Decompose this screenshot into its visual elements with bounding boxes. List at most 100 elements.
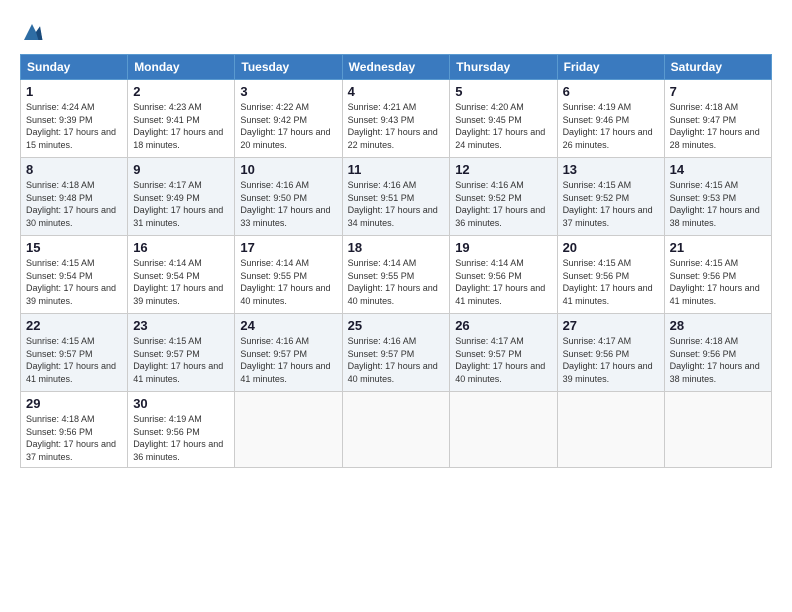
- day-number: 18: [348, 240, 445, 255]
- day-info: Sunrise: 4:15 AMSunset: 9:57 PMDaylight:…: [26, 335, 122, 385]
- day-info: Sunrise: 4:16 AMSunset: 9:51 PMDaylight:…: [348, 179, 445, 229]
- day-info: Sunrise: 4:15 AMSunset: 9:57 PMDaylight:…: [133, 335, 229, 385]
- day-info: Sunrise: 4:16 AMSunset: 9:57 PMDaylight:…: [348, 335, 445, 385]
- calendar-cell: 21 Sunrise: 4:15 AMSunset: 9:56 PMDaylig…: [664, 236, 771, 314]
- day-number: 21: [670, 240, 766, 255]
- day-info: Sunrise: 4:15 AMSunset: 9:56 PMDaylight:…: [670, 257, 766, 307]
- calendar-cell: 19 Sunrise: 4:14 AMSunset: 9:56 PMDaylig…: [450, 236, 557, 314]
- day-number: 6: [563, 84, 659, 99]
- calendar-cell: 12 Sunrise: 4:16 AMSunset: 9:52 PMDaylig…: [450, 158, 557, 236]
- day-number: 5: [455, 84, 551, 99]
- day-number: 26: [455, 318, 551, 333]
- day-info: Sunrise: 4:21 AMSunset: 9:43 PMDaylight:…: [348, 101, 445, 151]
- day-info: Sunrise: 4:23 AMSunset: 9:41 PMDaylight:…: [133, 101, 229, 151]
- day-info: Sunrise: 4:18 AMSunset: 9:56 PMDaylight:…: [26, 413, 122, 463]
- day-info: Sunrise: 4:16 AMSunset: 9:52 PMDaylight:…: [455, 179, 551, 229]
- calendar-cell: 8 Sunrise: 4:18 AMSunset: 9:48 PMDayligh…: [21, 158, 128, 236]
- day-number: 15: [26, 240, 122, 255]
- header-friday: Friday: [557, 55, 664, 80]
- day-number: 25: [348, 318, 445, 333]
- calendar-cell: 18 Sunrise: 4:14 AMSunset: 9:55 PMDaylig…: [342, 236, 450, 314]
- day-info: Sunrise: 4:15 AMSunset: 9:56 PMDaylight:…: [563, 257, 659, 307]
- day-number: 20: [563, 240, 659, 255]
- calendar-cell: 27 Sunrise: 4:17 AMSunset: 9:56 PMDaylig…: [557, 314, 664, 392]
- day-number: 13: [563, 162, 659, 177]
- day-info: Sunrise: 4:24 AMSunset: 9:39 PMDaylight:…: [26, 101, 122, 151]
- day-number: 24: [240, 318, 336, 333]
- day-number: 28: [670, 318, 766, 333]
- calendar-cell: 29 Sunrise: 4:18 AMSunset: 9:56 PMDaylig…: [21, 392, 128, 468]
- header-wednesday: Wednesday: [342, 55, 450, 80]
- day-info: Sunrise: 4:17 AMSunset: 9:57 PMDaylight:…: [455, 335, 551, 385]
- calendar-cell: 11 Sunrise: 4:16 AMSunset: 9:51 PMDaylig…: [342, 158, 450, 236]
- day-info: Sunrise: 4:14 AMSunset: 9:56 PMDaylight:…: [455, 257, 551, 307]
- day-number: 11: [348, 162, 445, 177]
- day-number: 19: [455, 240, 551, 255]
- calendar-cell: 10 Sunrise: 4:16 AMSunset: 9:50 PMDaylig…: [235, 158, 342, 236]
- header-thursday: Thursday: [450, 55, 557, 80]
- calendar-cell: 20 Sunrise: 4:15 AMSunset: 9:56 PMDaylig…: [557, 236, 664, 314]
- day-number: 23: [133, 318, 229, 333]
- day-number: 29: [26, 396, 122, 411]
- day-number: 9: [133, 162, 229, 177]
- day-info: Sunrise: 4:20 AMSunset: 9:45 PMDaylight:…: [455, 101, 551, 151]
- day-info: Sunrise: 4:14 AMSunset: 9:54 PMDaylight:…: [133, 257, 229, 307]
- day-number: 2: [133, 84, 229, 99]
- day-info: Sunrise: 4:14 AMSunset: 9:55 PMDaylight:…: [240, 257, 336, 307]
- header-tuesday: Tuesday: [235, 55, 342, 80]
- day-info: Sunrise: 4:17 AMSunset: 9:56 PMDaylight:…: [563, 335, 659, 385]
- calendar-cell: [235, 392, 342, 468]
- day-number: 16: [133, 240, 229, 255]
- calendar-cell: 7 Sunrise: 4:18 AMSunset: 9:47 PMDayligh…: [664, 80, 771, 158]
- day-number: 17: [240, 240, 336, 255]
- day-number: 14: [670, 162, 766, 177]
- calendar-cell: 24 Sunrise: 4:16 AMSunset: 9:57 PMDaylig…: [235, 314, 342, 392]
- day-number: 12: [455, 162, 551, 177]
- calendar-cell: 13 Sunrise: 4:15 AMSunset: 9:52 PMDaylig…: [557, 158, 664, 236]
- day-info: Sunrise: 4:18 AMSunset: 9:47 PMDaylight:…: [670, 101, 766, 151]
- logo: [20, 20, 48, 44]
- page: Sunday Monday Tuesday Wednesday Thursday…: [0, 0, 792, 612]
- calendar-cell: 30 Sunrise: 4:19 AMSunset: 9:56 PMDaylig…: [128, 392, 235, 468]
- day-info: Sunrise: 4:15 AMSunset: 9:52 PMDaylight:…: [563, 179, 659, 229]
- calendar-cell: [557, 392, 664, 468]
- calendar-header-row: Sunday Monday Tuesday Wednesday Thursday…: [21, 55, 772, 80]
- day-info: Sunrise: 4:15 AMSunset: 9:54 PMDaylight:…: [26, 257, 122, 307]
- calendar-cell: 17 Sunrise: 4:14 AMSunset: 9:55 PMDaylig…: [235, 236, 342, 314]
- day-info: Sunrise: 4:16 AMSunset: 9:57 PMDaylight:…: [240, 335, 336, 385]
- header-saturday: Saturday: [664, 55, 771, 80]
- calendar-cell: 25 Sunrise: 4:16 AMSunset: 9:57 PMDaylig…: [342, 314, 450, 392]
- day-number: 10: [240, 162, 336, 177]
- calendar-cell: [450, 392, 557, 468]
- calendar-table: Sunday Monday Tuesday Wednesday Thursday…: [20, 54, 772, 468]
- day-number: 4: [348, 84, 445, 99]
- calendar-cell: 4 Sunrise: 4:21 AMSunset: 9:43 PMDayligh…: [342, 80, 450, 158]
- day-info: Sunrise: 4:19 AMSunset: 9:46 PMDaylight:…: [563, 101, 659, 151]
- calendar-cell: 23 Sunrise: 4:15 AMSunset: 9:57 PMDaylig…: [128, 314, 235, 392]
- day-number: 1: [26, 84, 122, 99]
- calendar-cell: 26 Sunrise: 4:17 AMSunset: 9:57 PMDaylig…: [450, 314, 557, 392]
- day-number: 3: [240, 84, 336, 99]
- day-info: Sunrise: 4:18 AMSunset: 9:48 PMDaylight:…: [26, 179, 122, 229]
- calendar-cell: 9 Sunrise: 4:17 AMSunset: 9:49 PMDayligh…: [128, 158, 235, 236]
- day-number: 8: [26, 162, 122, 177]
- header-monday: Monday: [128, 55, 235, 80]
- calendar-cell: [664, 392, 771, 468]
- calendar-cell: 28 Sunrise: 4:18 AMSunset: 9:56 PMDaylig…: [664, 314, 771, 392]
- calendar-cell: 14 Sunrise: 4:15 AMSunset: 9:53 PMDaylig…: [664, 158, 771, 236]
- calendar-cell: 2 Sunrise: 4:23 AMSunset: 9:41 PMDayligh…: [128, 80, 235, 158]
- day-info: Sunrise: 4:15 AMSunset: 9:53 PMDaylight:…: [670, 179, 766, 229]
- header-sunday: Sunday: [21, 55, 128, 80]
- day-info: Sunrise: 4:19 AMSunset: 9:56 PMDaylight:…: [133, 413, 229, 463]
- calendar-cell: 22 Sunrise: 4:15 AMSunset: 9:57 PMDaylig…: [21, 314, 128, 392]
- day-info: Sunrise: 4:16 AMSunset: 9:50 PMDaylight:…: [240, 179, 336, 229]
- day-number: 30: [133, 396, 229, 411]
- calendar-cell: 6 Sunrise: 4:19 AMSunset: 9:46 PMDayligh…: [557, 80, 664, 158]
- day-info: Sunrise: 4:17 AMSunset: 9:49 PMDaylight:…: [133, 179, 229, 229]
- calendar-cell: 16 Sunrise: 4:14 AMSunset: 9:54 PMDaylig…: [128, 236, 235, 314]
- calendar-cell: 1 Sunrise: 4:24 AMSunset: 9:39 PMDayligh…: [21, 80, 128, 158]
- day-number: 27: [563, 318, 659, 333]
- calendar-cell: 3 Sunrise: 4:22 AMSunset: 9:42 PMDayligh…: [235, 80, 342, 158]
- calendar-cell: 5 Sunrise: 4:20 AMSunset: 9:45 PMDayligh…: [450, 80, 557, 158]
- logo-icon: [20, 20, 44, 44]
